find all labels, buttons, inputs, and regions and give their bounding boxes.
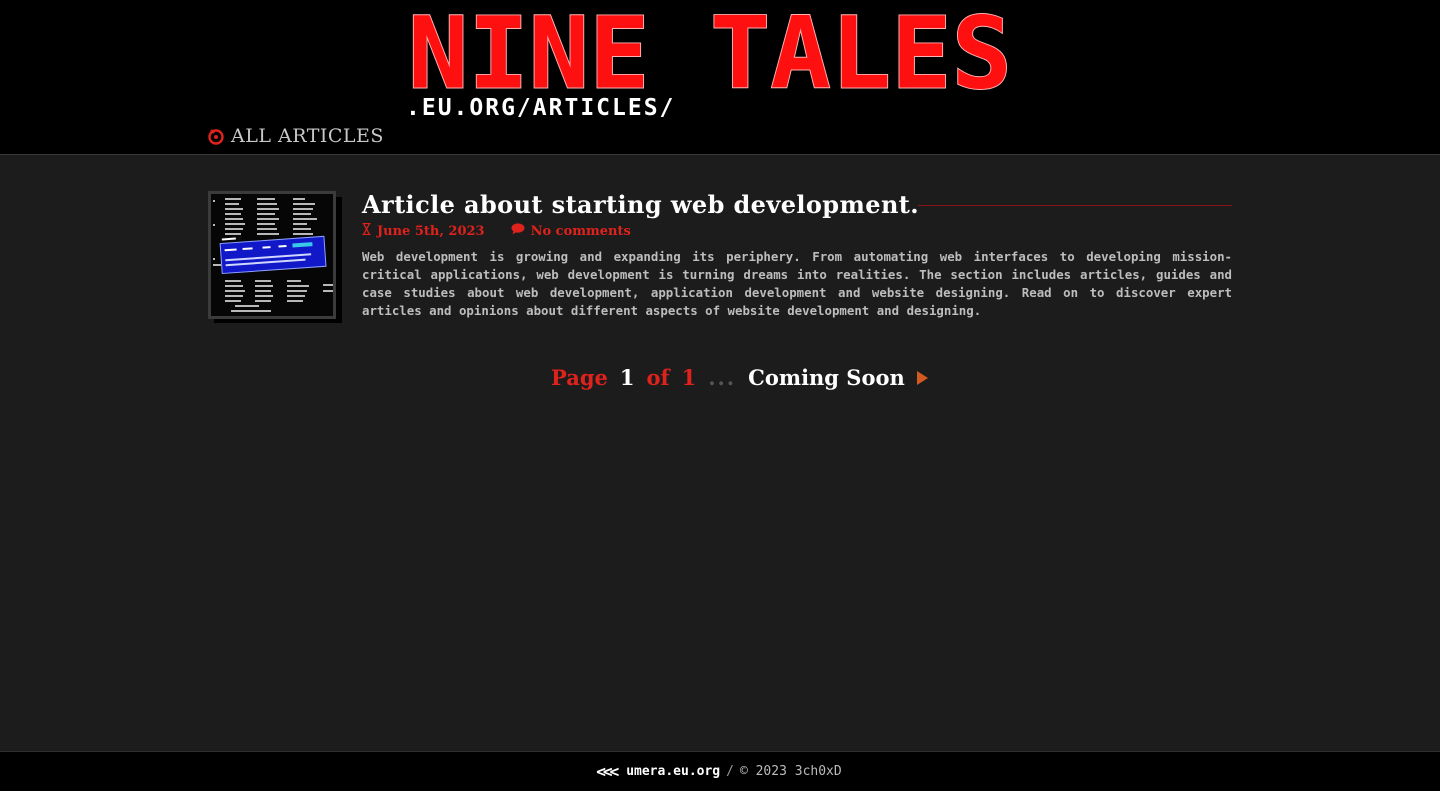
hourglass-icon (362, 222, 371, 241)
pagination: Page 1 of 1 ... Coming Soon (551, 364, 928, 392)
article-date: June 5th, 2023 (377, 224, 485, 239)
thumbnail-image (208, 191, 336, 319)
page-word: Page (551, 365, 608, 390)
comment-icon (511, 223, 525, 241)
article-excerpt: Web development is growing and expanding… (362, 249, 1232, 318)
current-page: 1 (619, 365, 635, 390)
nav-all-articles[interactable]: ALL ARTICLES (207, 124, 384, 148)
article-meta: June 5th, 2023 No comments (362, 222, 631, 241)
site-header: NINE TALES .EU.ORG/ARTICLES/ ALL ARTICLE… (0, 0, 1440, 155)
article-comments-link[interactable]: No comments (531, 223, 631, 241)
article-thumbnail[interactable] (208, 191, 342, 323)
next-page-link[interactable]: Coming Soon (748, 364, 905, 392)
article-title[interactable]: Article about starting web development. (362, 191, 919, 219)
site-footer: <<< umera.eu.org / © 2023 3ch0xD (0, 751, 1440, 791)
logo-subtitle: .EU.ORG/ARTICLES/ (406, 95, 676, 121)
pagination-dots: ... (708, 365, 737, 390)
title-divider (918, 205, 1232, 206)
footer-content: <<< umera.eu.org / © 2023 3ch0xD (596, 762, 842, 781)
nav-all-articles-label: ALL ARTICLES (231, 125, 384, 147)
of-word: of (646, 365, 670, 390)
site-logo[interactable]: NINE TALES (408, 6, 1014, 106)
triple-chevron-left-icon[interactable]: <<< (596, 762, 619, 781)
ring-icon (207, 127, 225, 145)
total-pages: 1 (681, 365, 697, 390)
footer-site-link[interactable]: umera.eu.org (626, 763, 720, 781)
play-arrow-icon[interactable] (916, 364, 928, 392)
footer-copyright: © 2023 3ch0xD (739, 763, 842, 779)
footer-separator: / (726, 763, 734, 779)
logo-title-text: NINE TALES (408, 6, 1012, 106)
